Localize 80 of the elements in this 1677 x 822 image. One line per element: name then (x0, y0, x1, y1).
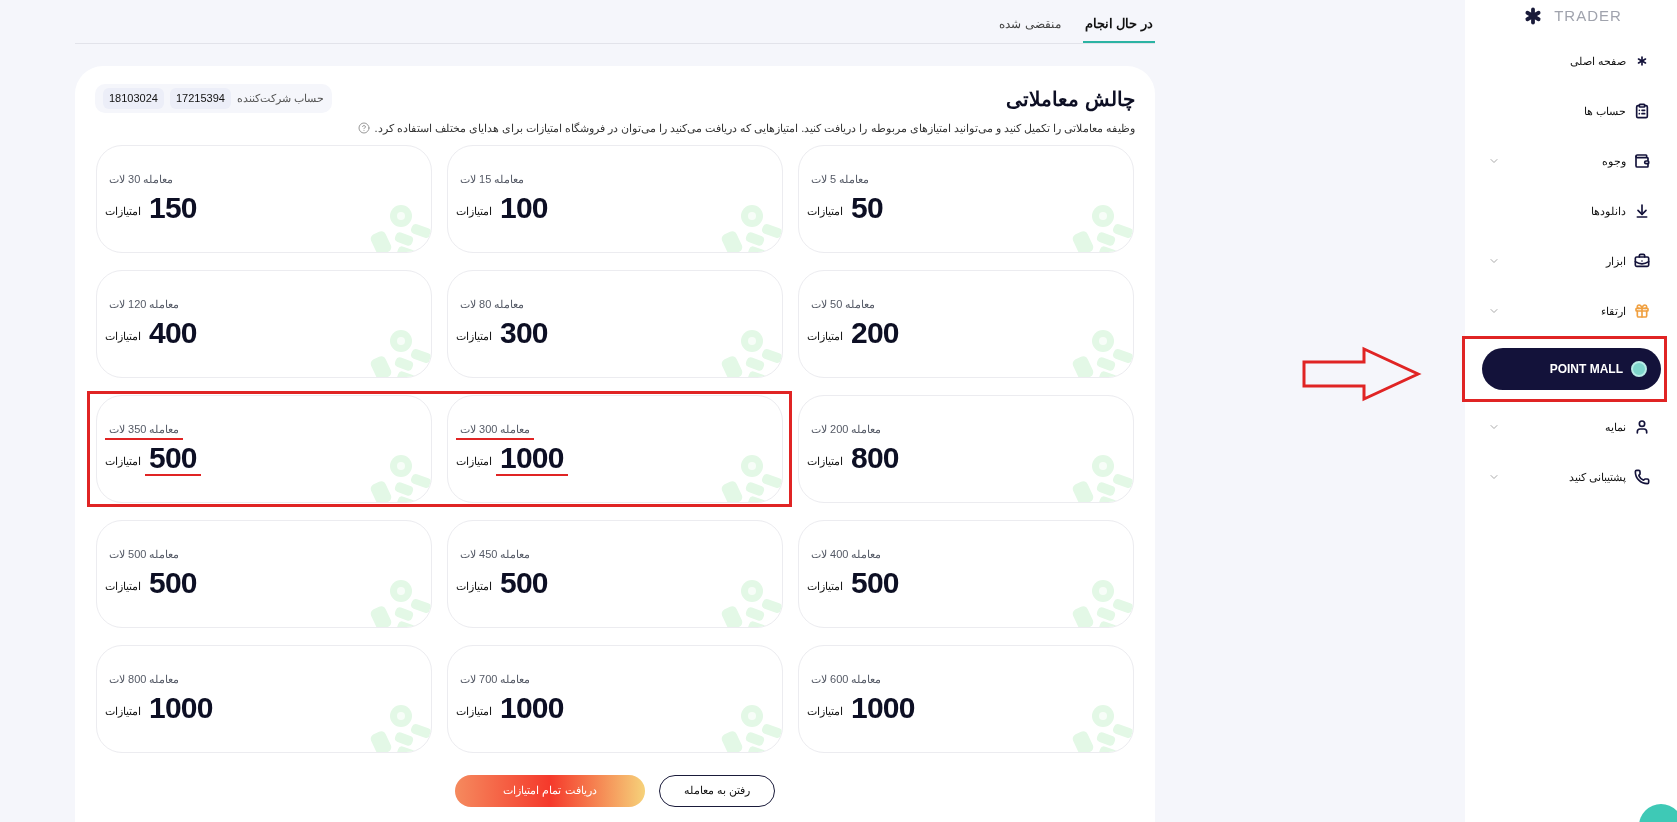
points-value: 400 (148, 316, 198, 351)
account-label: حساب شرکت‌کننده (236, 91, 324, 107)
lots-label: معامله 800 لات (108, 672, 181, 688)
points-value: 500 (148, 566, 198, 601)
help-icon[interactable] (358, 122, 371, 135)
description: وظیفه معاملاتی را تکمیل کنید و می‌توانید امتیازهای مربوطه را دریافت کنید. امتیازهایی که دریافت می‌کنید را می‌توان در فروشگاه امتیازات برای هدایای مختلف استفاده کرد. (374, 121, 1135, 137)
points-unit: امتیازات (456, 329, 492, 345)
points-unit: امتیازات (807, 329, 843, 345)
points-value: 300 (499, 316, 549, 351)
points-unit: امتیازات (807, 204, 843, 220)
lots-label: معامله 600 لات (810, 672, 883, 688)
lots-label: معامله 300 لات (456, 421, 535, 440)
sidebar-label: صفحه اصلی (1569, 53, 1626, 69)
lots-label: معامله 5 لات (810, 172, 871, 188)
points-value: 1000 (148, 691, 214, 726)
coin-icon (1631, 361, 1647, 377)
lots-label: معامله 400 لات (810, 547, 883, 563)
briefcase-icon (1634, 253, 1650, 269)
sidebar-item[interactable]: وجوه (1465, 136, 1677, 186)
gift-icon (1634, 303, 1650, 319)
panel-title: چالش معاملاتی (1006, 87, 1135, 114)
sidebar-label: حساب ها (1583, 103, 1626, 119)
points-unit: امتیازات (105, 204, 141, 220)
points-value: 800 (850, 441, 900, 476)
sidebar-item[interactable]: ابزار (1465, 236, 1677, 286)
points-value: 1000 (496, 441, 568, 476)
sidebar-item[interactable]: پشتیبانی کنید (1465, 452, 1677, 502)
sidebar-item[interactable]: نمایه (1465, 402, 1677, 452)
tab[interactable]: منقضی شده (997, 15, 1063, 43)
points-unit: امتیازات (456, 454, 492, 470)
points-unit: امتیازات (105, 329, 141, 345)
tab[interactable]: در حال انجام (1082, 13, 1155, 43)
sidebar-item[interactable]: دانلودها (1465, 186, 1677, 236)
lots-label: معامله 700 لات (459, 672, 532, 688)
points-value: 50 (850, 191, 884, 226)
points-value: 1000 (499, 691, 565, 726)
points-value: 500 (499, 566, 549, 601)
sidebar-item[interactable]: صفحه اصلی (1465, 36, 1677, 86)
points-unit: امتیازات (807, 579, 843, 595)
points-value: 200 (850, 316, 900, 351)
sidebar-label: ارتقاء (1601, 303, 1626, 320)
clipboard-icon (1634, 103, 1650, 119)
points-unit: امتیازات (105, 454, 141, 470)
account-chip[interactable]: 17215394 (169, 88, 231, 109)
lots-label: معامله 80 لات (459, 297, 526, 313)
points-value: 500 (850, 566, 900, 601)
sidebar-label: وجوه (1602, 153, 1626, 170)
lots-label: معامله 450 لات (459, 547, 532, 563)
user-icon (1634, 419, 1650, 435)
phone-icon (1634, 469, 1650, 485)
lots-label: معامله 120 لات (108, 297, 181, 313)
account-chip[interactable]: 18103024 (103, 88, 164, 109)
sidebar-label: ابزار (1606, 253, 1626, 270)
points-unit: امتیازات (105, 579, 141, 595)
logo-text: TRADER (1554, 5, 1622, 26)
points-unit: امتیازات (807, 704, 843, 720)
points-value: 500 (145, 441, 201, 476)
lots-label: معامله 500 لات (108, 547, 181, 563)
lots-label: معامله 50 لات (810, 297, 877, 313)
sidebar-item[interactable]: POINT MALL (1482, 348, 1661, 390)
lots-label: معامله 200 لات (810, 422, 883, 438)
lots-label: معامله 30 لات (108, 172, 175, 188)
sidebar-item[interactable]: ارتقاء (1465, 286, 1677, 336)
sidebar-label: پشتیبانی کنید (1568, 469, 1626, 486)
sidebar-item[interactable]: حساب ها (1465, 86, 1677, 136)
points-unit: امتیازات (456, 704, 492, 720)
points-unit: امتیازات (456, 579, 492, 595)
points-value: 150 (148, 191, 198, 226)
points-unit: امتیازات (105, 704, 141, 720)
lots-label: معامله 350 لات (105, 421, 184, 440)
points-unit: امتیازات (456, 204, 492, 220)
wallet-icon (1634, 153, 1650, 169)
sidebar-label: دانلودها (1591, 203, 1626, 220)
trade-button[interactable]: رفتن به معامله (659, 774, 775, 807)
lots-label: معامله 15 لات (459, 172, 526, 188)
sidebar-label: نمایه (1605, 419, 1626, 435)
download-icon (1634, 203, 1650, 219)
points-value: 1000 (850, 691, 916, 726)
points-unit: امتیازات (807, 454, 843, 470)
points-value: 100 (499, 191, 549, 226)
